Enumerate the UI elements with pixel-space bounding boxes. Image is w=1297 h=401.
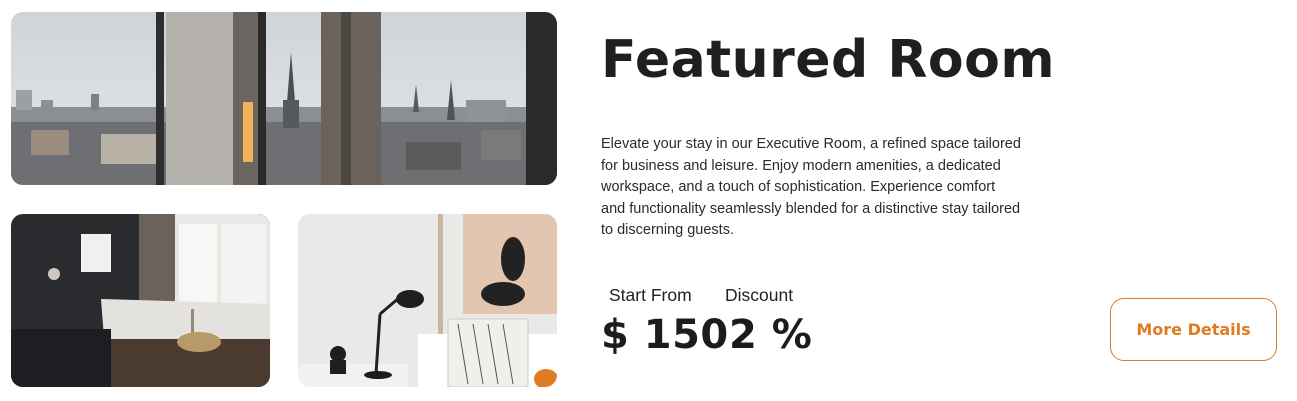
more-details-button[interactable]: More Details [1110,298,1277,361]
discount-label: Discount [725,285,794,305]
start-from-label: Start From [609,285,692,305]
room-photo-lamp-detail [298,214,557,387]
featured-room-title: Featured Room [601,30,1056,90]
price-value: $ 150 [601,312,729,358]
room-photo-bedroom [11,214,270,387]
room-description: Elevate your stay in our Executive Room,… [601,136,1021,238]
room-photo-city-view [11,12,557,185]
discount-value: 2 % [729,312,813,358]
